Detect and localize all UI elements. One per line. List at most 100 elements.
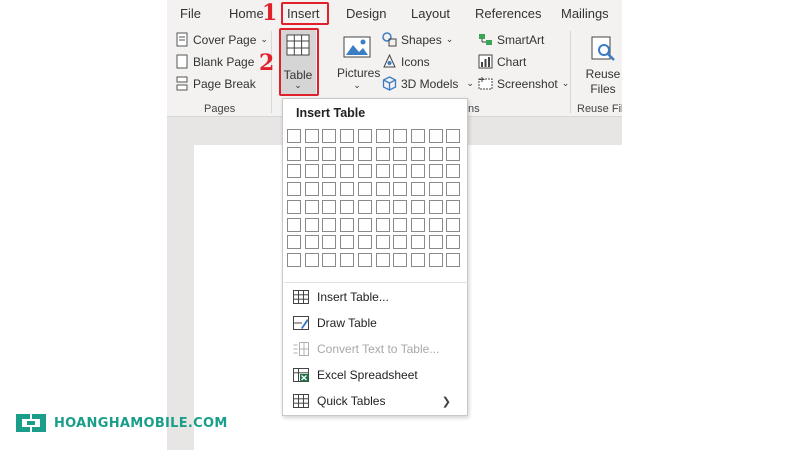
table-grid-cell[interactable] [305,235,319,249]
table-grid-cell[interactable] [287,253,301,267]
menu-item-quick-tables[interactable]: Quick Tables ❯ [293,390,459,412]
tab-mailings[interactable]: Mailings [561,6,609,21]
table-grid-cell[interactable] [429,218,443,232]
table-grid-cell[interactable] [322,218,336,232]
table-grid-cell[interactable] [446,147,460,161]
table-grid-cell[interactable] [322,235,336,249]
table-grid-cell[interactable] [429,129,443,143]
table-grid-cell[interactable] [305,164,319,178]
table-grid-cell[interactable] [322,164,336,178]
pictures-button[interactable]: Pictures ⌄ [337,30,380,94]
table-grid-cell[interactable] [287,200,301,214]
table-grid-cell[interactable] [287,147,301,161]
table-grid-cell[interactable] [429,164,443,178]
table-grid-cell[interactable] [287,235,301,249]
table-grid-cell[interactable] [340,253,354,267]
table-grid-cell[interactable] [411,129,425,143]
tab-design[interactable]: Design [346,6,386,21]
table-grid-cell[interactable] [287,182,301,196]
table-grid-cell[interactable] [287,164,301,178]
table-grid-cell[interactable] [340,200,354,214]
table-grid-cell[interactable] [446,129,460,143]
cover-page-button[interactable]: Cover Page ⌄ [175,32,268,47]
table-grid-cell[interactable] [411,164,425,178]
table-grid-cell[interactable] [393,164,407,178]
table-grid-cell[interactable] [340,235,354,249]
table-grid-cell[interactable] [393,253,407,267]
table-grid-cell[interactable] [322,253,336,267]
table-grid-cell[interactable] [429,200,443,214]
table-grid-cell[interactable] [376,253,390,267]
blank-page-button[interactable]: Blank Page [175,54,254,69]
table-grid-cell[interactable] [429,182,443,196]
table-grid-cell[interactable] [446,182,460,196]
table-grid-cell[interactable] [393,200,407,214]
table-grid-cell[interactable] [305,182,319,196]
table-grid-cell[interactable] [376,147,390,161]
table-grid-cell[interactable] [340,147,354,161]
menu-item-draw-table[interactable]: Draw Table [293,312,377,334]
table-grid-cell[interactable] [429,235,443,249]
tab-references[interactable]: References [475,6,541,21]
chart-button[interactable]: Chart [478,54,526,69]
table-grid-cell[interactable] [376,129,390,143]
table-grid-cell[interactable] [393,182,407,196]
table-grid-cell[interactable] [322,182,336,196]
table-grid-cell[interactable] [322,147,336,161]
tab-home[interactable]: Home [229,6,264,21]
table-grid-cell[interactable] [358,164,372,178]
smartart-button[interactable]: SmartArt [478,32,544,47]
table-grid-cell[interactable] [393,129,407,143]
page-break-button[interactable]: Page Break [175,76,256,91]
table-grid-cell[interactable] [393,147,407,161]
table-grid-cell[interactable] [411,200,425,214]
table-grid-cell[interactable] [411,253,425,267]
table-grid-cell[interactable] [305,129,319,143]
table-grid-cell[interactable] [358,200,372,214]
table-grid-cell[interactable] [287,218,301,232]
screenshot-button[interactable]: Screenshot ⌄ [478,76,569,91]
table-grid-cell[interactable] [340,164,354,178]
reuse-files-button[interactable]: Reuse Files [581,30,622,96]
table-grid-cell[interactable] [358,129,372,143]
table-grid-cell[interactable] [322,200,336,214]
table-grid-cell[interactable] [305,147,319,161]
table-grid-cell[interactable] [429,253,443,267]
table-grid-cell[interactable] [446,218,460,232]
table-grid-cell[interactable] [358,253,372,267]
3d-models-button[interactable]: 3D Models ⌄ [382,76,474,91]
table-grid-cell[interactable] [322,129,336,143]
icons-button[interactable]: Icons [382,54,430,69]
table-grid-cell[interactable] [305,218,319,232]
table-grid-cell[interactable] [376,164,390,178]
table-grid-cell[interactable] [446,253,460,267]
shapes-button[interactable]: Shapes ⌄ [382,32,453,47]
table-grid-cell[interactable] [446,235,460,249]
tab-layout[interactable]: Layout [411,6,450,21]
table-grid-cell[interactable] [376,182,390,196]
table-grid-cell[interactable] [340,182,354,196]
table-grid-cell[interactable] [358,218,372,232]
table-grid-cell[interactable] [287,129,301,143]
table-grid-cell[interactable] [393,235,407,249]
table-grid-cell[interactable] [446,200,460,214]
table-grid-cell[interactable] [305,253,319,267]
table-grid-cell[interactable] [305,200,319,214]
table-grid-cell[interactable] [340,129,354,143]
table-grid-cell[interactable] [358,147,372,161]
table-grid-cell[interactable] [411,182,425,196]
table-grid-cell[interactable] [376,218,390,232]
table-grid-cell[interactable] [411,235,425,249]
tab-file[interactable]: File [180,6,201,21]
table-grid-cell[interactable] [411,218,425,232]
menu-item-insert-table[interactable]: Insert Table... [293,286,389,308]
table-grid-cell[interactable] [358,182,372,196]
table-grid-cell[interactable] [446,164,460,178]
table-grid-cell[interactable] [429,147,443,161]
table-grid-cell[interactable] [411,147,425,161]
table-grid-cell[interactable] [376,200,390,214]
table-grid-cell[interactable] [340,218,354,232]
table-grid-cell[interactable] [358,235,372,249]
table-grid-cell[interactable] [376,235,390,249]
table-grid-cell[interactable] [393,218,407,232]
